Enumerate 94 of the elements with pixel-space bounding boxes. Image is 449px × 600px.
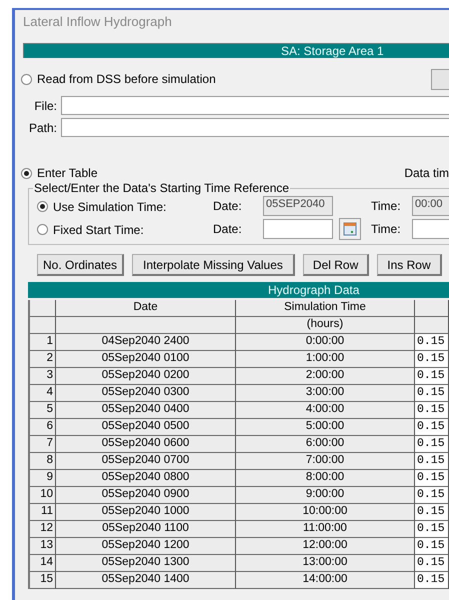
row-number: 13 <box>30 538 56 555</box>
row-number: 5 <box>30 402 56 419</box>
table-cell: 3:00:00 <box>236 385 415 402</box>
table-cell[interactable]: 0.15 <box>415 572 449 589</box>
table-cell: 0:00:00 <box>236 334 415 351</box>
toolbar-button[interactable]: Ins Row <box>377 254 442 276</box>
radio-button[interactable] <box>21 168 32 178</box>
table-cell: 11:00:00 <box>236 521 415 538</box>
time-field[interactable] <box>412 219 449 239</box>
table-cell: 05Sep2040 1200 <box>56 538 236 555</box>
field-label: Path: <box>28 120 57 134</box>
row-number: 8 <box>30 453 56 470</box>
table-cell: 05Sep2040 0900 <box>56 487 236 504</box>
input-field[interactable] <box>61 96 449 115</box>
header-cell <box>415 317 449 334</box>
column-header: Simulation Time <box>236 300 415 317</box>
table-cell: 7:00:00 <box>236 453 415 470</box>
table-cell: 10:00:00 <box>236 504 415 521</box>
table-cell[interactable]: 0.15 <box>415 487 449 504</box>
table-cell: 5:00:00 <box>236 419 415 436</box>
table-cell: 8:00:00 <box>236 470 415 487</box>
data-time-label: Data tim <box>404 166 449 180</box>
row-number: 10 <box>30 487 56 504</box>
table-cell: 05Sep2040 0500 <box>56 419 236 436</box>
table-title: Hydrograph Data <box>28 282 449 298</box>
row-number: 12 <box>30 521 56 538</box>
row-number: 11 <box>30 504 56 521</box>
toolbar-button[interactable]: Del Row <box>302 254 370 276</box>
table-cell[interactable]: 0.15 <box>415 419 449 436</box>
title-banner: SA: Storage Area 1 <box>23 43 449 58</box>
table-cell: 05Sep2040 0200 <box>56 368 236 385</box>
input-field[interactable] <box>61 118 449 137</box>
header-cell <box>30 300 56 317</box>
calendar-icon <box>343 222 357 236</box>
table-cell: 05Sep2040 0100 <box>56 351 236 368</box>
time-label: Time: <box>370 222 402 236</box>
calendar-button[interactable] <box>339 218 361 240</box>
header-cell <box>30 317 56 334</box>
date-label: Date: <box>213 222 243 236</box>
table-cell: 14:00:00 <box>236 572 415 589</box>
table-cell: 13:00:00 <box>236 555 415 572</box>
table-cell[interactable]: 0.15 <box>415 402 449 419</box>
window-title: Lateral Inflow Hydrograph <box>22 13 173 31</box>
table-cell: 05Sep2040 1000 <box>56 504 236 521</box>
row-number: 7 <box>30 436 56 453</box>
radio-button[interactable] <box>37 224 48 236</box>
table-cell[interactable]: 0.15 <box>415 334 449 351</box>
radio-label[interactable]: Enter Table <box>37 166 98 180</box>
row-number: 1 <box>30 334 56 351</box>
browse-button[interactable] <box>431 68 449 90</box>
field-label: File: <box>33 98 57 112</box>
table-cell[interactable]: 0.15 <box>415 351 449 368</box>
table-cell: 2:00:00 <box>236 368 415 385</box>
table-cell: 05Sep2040 0800 <box>56 470 236 487</box>
table-cell: 05Sep2040 0300 <box>56 385 236 402</box>
group-legend: Select/Enter the Data's Starting Time Reference <box>33 181 290 195</box>
row-number: 4 <box>30 385 56 402</box>
row-number: 6 <box>30 419 56 436</box>
table-cell: 05Sep2040 1300 <box>56 555 236 572</box>
time-label: Time: <box>370 199 402 213</box>
table-cell[interactable]: 0.15 <box>415 470 449 487</box>
table-cell: 05Sep2040 0700 <box>56 453 236 470</box>
radio-button[interactable] <box>21 74 32 84</box>
table-cell[interactable]: 0.15 <box>415 555 449 572</box>
radio-label[interactable]: Read from DSS before simulation <box>37 72 216 86</box>
row-number: 14 <box>30 555 56 572</box>
row-number: 15 <box>30 572 56 589</box>
table-cell: 05Sep2040 0600 <box>56 436 236 453</box>
date-label: Date: <box>213 199 243 213</box>
table-cell[interactable]: 0.15 <box>415 368 449 385</box>
table-cell[interactable]: 0.15 <box>415 521 449 538</box>
radio-label[interactable]: Fixed Start Time: <box>53 222 144 237</box>
table-cell[interactable]: 0.15 <box>415 538 449 555</box>
row-number: 9 <box>30 470 56 487</box>
table-cell: 05Sep2040 1400 <box>56 572 236 589</box>
table-cell[interactable]: 0.15 <box>415 453 449 470</box>
table-cell: 9:00:00 <box>236 487 415 504</box>
toolbar-button[interactable]: Interpolate Missing Values <box>132 254 295 276</box>
row-number: 2 <box>30 351 56 368</box>
toolbar-button[interactable]: No. Ordinates <box>37 254 124 276</box>
column-header: Date <box>56 300 236 317</box>
table-cell: 6:00:00 <box>236 436 415 453</box>
table-cell: 04Sep2040 2400 <box>56 334 236 351</box>
table-cell[interactable]: 0.15 <box>415 436 449 453</box>
table-cell: 12:00:00 <box>236 538 415 555</box>
row-number: 3 <box>30 368 56 385</box>
table-cell[interactable]: 0.15 <box>415 385 449 402</box>
table-cell: 05Sep2040 0400 <box>56 402 236 419</box>
date-field[interactable] <box>263 219 333 239</box>
table-cell[interactable]: 0.15 <box>415 504 449 521</box>
unit-header: (hours) <box>236 317 415 334</box>
table-cell: 1:00:00 <box>236 351 415 368</box>
table-cell: 05Sep2040 1100 <box>56 521 236 538</box>
table-cell: 4:00:00 <box>236 402 415 419</box>
